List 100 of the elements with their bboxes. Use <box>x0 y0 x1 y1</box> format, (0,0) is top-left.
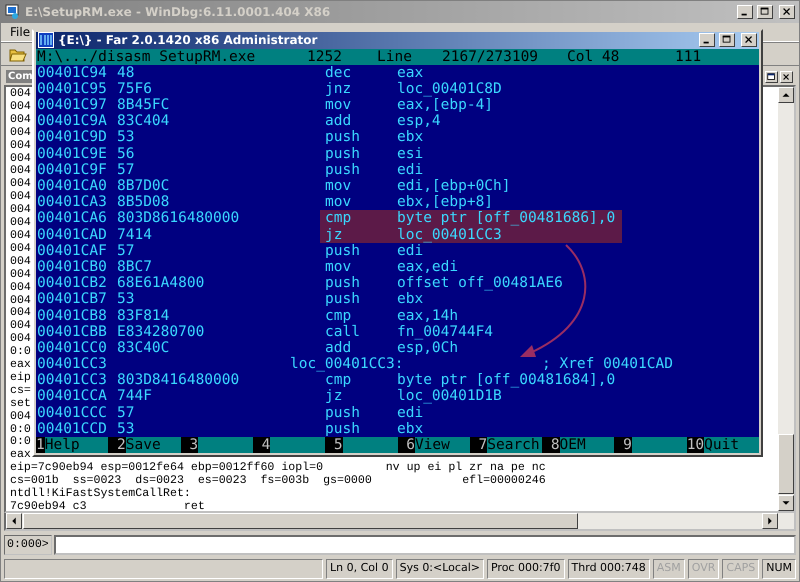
opcode-bytes: 803D8416480000 <box>117 372 240 388</box>
address: 00401C95 <box>37 80 108 98</box>
key-number: 7 <box>470 437 488 453</box>
command-input[interactable] <box>54 535 796 555</box>
opcode-bytes: 56 <box>117 146 136 162</box>
scroll-thumb[interactable] <box>778 434 794 494</box>
address: 00401CCA <box>37 388 108 405</box>
file-path: M:\.../disasm SetupRM.exe <box>37 48 256 65</box>
output-line: eax <box>10 449 31 462</box>
minimize-icon[interactable] <box>699 33 715 48</box>
mnemonic: push <box>325 129 361 146</box>
menu-item[interactable]: File <box>7 25 34 39</box>
opcode-bytes: 53 <box>117 420 136 437</box>
key-label[interactable]: Search <box>487 437 542 453</box>
mnemonic: cmp <box>325 308 352 324</box>
output-line: 004 <box>10 242 31 256</box>
key-label[interactable]: Help <box>44 437 108 453</box>
operand: esp,0Ch <box>397 340 458 356</box>
scroll-right-icon[interactable] <box>762 513 778 529</box>
key-number: 5 <box>325 437 343 453</box>
mnemonic: push <box>325 162 361 178</box>
key-number: 1 <box>36 437 45 453</box>
scroll-down-icon[interactable] <box>778 495 794 511</box>
address: 00401CC0 <box>37 340 108 356</box>
mnemonic: jz <box>325 388 344 405</box>
maximize-icon[interactable] <box>757 5 773 19</box>
operand: eax,14h <box>397 308 458 324</box>
opcode-bytes: 7414 <box>117 226 153 243</box>
window-title: E:\SetupRM.exe - WinDbg:6.11.0001.404 X86 <box>25 5 332 19</box>
opcode-bytes: 48 <box>117 64 136 81</box>
mnemonic: cmp <box>325 372 352 388</box>
operand: edi <box>397 404 424 421</box>
output-line: 004 <box>10 165 31 178</box>
command-prompt: 0:000> <box>4 535 52 555</box>
key-label[interactable]: OEM <box>560 437 614 453</box>
operand: eax <box>397 64 424 81</box>
address: 00401CB2 <box>37 275 108 292</box>
mnemonic: add <box>325 113 352 130</box>
opcode-bytes: 53 <box>117 129 136 146</box>
close-icon[interactable] <box>779 5 795 19</box>
open-folder-icon[interactable] <box>9 46 27 62</box>
address: 00401C97 <box>37 97 108 114</box>
key-label[interactable]: Quit <box>704 437 759 453</box>
codepage: 1252 <box>307 48 343 65</box>
operand: offset off_00481AE6 <box>397 275 563 292</box>
output-line: 004 <box>10 152 31 165</box>
mnemonic: push <box>325 146 361 162</box>
operand: loc_00401C8D <box>397 80 502 98</box>
output-line: 004 <box>10 282 31 294</box>
operand: loc_00401CC3 <box>397 226 502 243</box>
status-panel: Proc 000:7f0 <box>486 559 565 579</box>
close-icon[interactable] <box>741 33 757 48</box>
output-line: 004 <box>10 410 31 424</box>
output-line: 004 <box>10 320 31 333</box>
close-icon[interactable] <box>780 70 793 82</box>
mnemonic: add <box>325 340 352 356</box>
opcode-bytes: 83F814 <box>117 308 170 324</box>
key-number: 10 <box>686 437 704 453</box>
operand: ebx <box>397 129 424 146</box>
operand: eax,[ebp-4] <box>397 97 494 114</box>
key-label[interactable]: Save <box>126 437 181 453</box>
key-label[interactable]: View <box>414 437 470 453</box>
minimize-icon[interactable] <box>737 5 753 19</box>
mnemonic: call <box>325 324 361 340</box>
key-number: 6 <box>398 437 415 453</box>
operand: edi <box>397 162 424 178</box>
xref-comment: ; Xref 00401CAD <box>542 356 674 372</box>
output-line: 7c90eb94 c3 ret <box>10 501 205 511</box>
vertical-scrollbar[interactable] <box>778 87 794 511</box>
output-line: 004 <box>10 114 31 127</box>
horizontal-scrollbar[interactable] <box>4 513 796 531</box>
status-panel: Ln 0, Col 0 <box>326 559 393 579</box>
operand: esp,4 <box>397 113 441 130</box>
address: 00401CA6 <box>37 210 108 227</box>
output-line: 0:0 <box>10 436 31 450</box>
mnemonic: push <box>325 291 361 308</box>
address: 00401CA0 <box>37 178 108 194</box>
mnemonic: push <box>325 404 361 421</box>
address: 00401CAF <box>37 242 108 259</box>
mnemonic: push <box>325 420 361 437</box>
operand: edi <box>397 242 424 259</box>
output-line: 004 <box>10 256 31 269</box>
window-title: {E:\} - Far 2.0.1420 x86 Administrator <box>58 33 318 48</box>
key-number: 3 <box>180 437 198 453</box>
maximize-icon[interactable] <box>719 33 735 48</box>
output-line: 004 <box>10 217 31 230</box>
output-line: 004 <box>10 88 31 101</box>
output-line: 004 <box>10 333 31 346</box>
address: 00401CB0 <box>37 258 108 276</box>
scroll-up-icon[interactable] <box>778 87 794 103</box>
scroll-thumb[interactable] <box>23 513 578 529</box>
output-line: cs= <box>10 384 31 398</box>
key-number: 4 <box>252 437 270 453</box>
dock-icon[interactable] <box>765 70 778 82</box>
key-number: 8 <box>542 437 560 453</box>
panels-icon <box>38 32 54 48</box>
opcode-bytes: 8B7D0C <box>117 178 170 194</box>
operand: ebx <box>397 291 424 308</box>
output-line: ntdll!KiFastSystemCallRet: <box>10 488 191 500</box>
scroll-left-icon[interactable] <box>6 513 22 529</box>
